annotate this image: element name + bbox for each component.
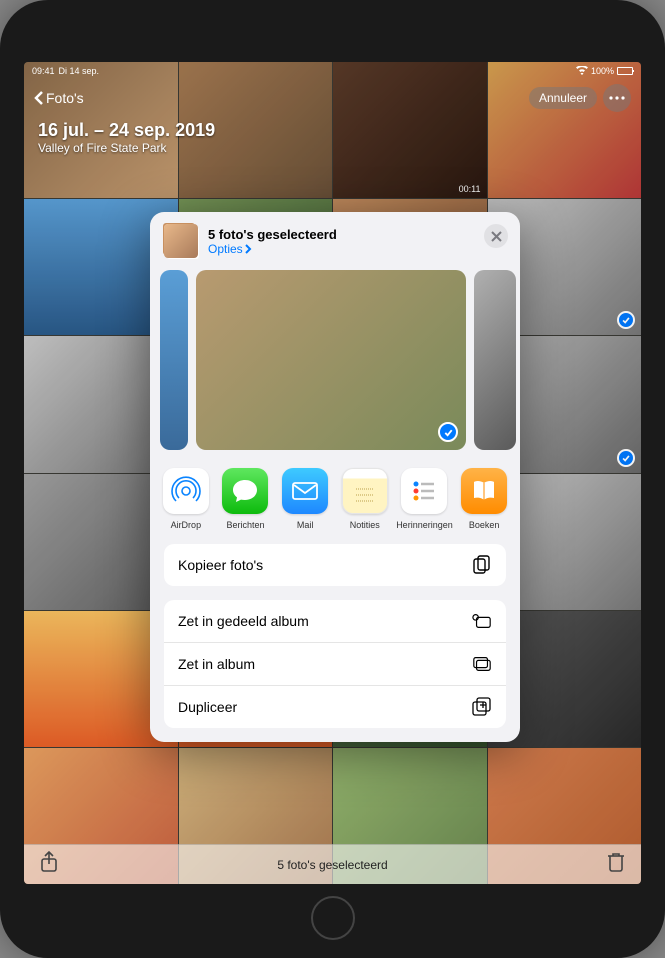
preview-thumbnail[interactable] [160,270,188,450]
wifi-icon [576,66,588,77]
back-button[interactable]: Foto's [34,90,84,106]
mail-icon [282,468,328,514]
date-range-title: 16 jul. – 24 sep. 2019 [38,120,631,141]
bottom-toolbar: 5 foto's geselecteerd [24,844,641,884]
share-preview-strip[interactable] [150,270,520,450]
more-button[interactable] [603,84,631,112]
share-app-messages[interactable]: Berichten [218,468,272,530]
status-time: 09:41 [32,66,55,76]
share-app-books[interactable]: Boeken [457,468,511,530]
chevron-right-icon [245,244,252,254]
app-label: Notities [350,520,380,530]
share-app-airdrop[interactable]: AirDrop [159,468,213,530]
books-icon [461,468,507,514]
location-subtitle: Valley of Fire State Park [38,141,631,155]
status-bar: 09:41 Di 14 sep. 100% [24,62,641,78]
notes-icon [342,468,388,514]
action-shared-album[interactable]: Zet in gedeeld album [164,600,506,643]
share-sheet-header: 5 foto's geselecteerd Opties [150,212,520,270]
app-label: Mail [297,520,314,530]
chevron-left-icon [34,90,44,106]
reminders-icon [401,468,447,514]
home-button[interactable] [311,896,355,940]
back-label: Foto's [46,90,84,106]
share-icon [40,851,58,873]
preview-thumbnail[interactable] [196,270,466,450]
airdrop-icon [163,468,209,514]
app-label: Boeken [469,520,500,530]
screen: 00:11 [24,62,641,884]
battery-percent: 100% [591,66,614,76]
share-sheet: 5 foto's geselecteerd Opties [150,212,520,742]
share-app-notes[interactable]: Notities [338,468,392,530]
action-duplicate[interactable]: Dupliceer [164,686,506,728]
delete-button[interactable] [607,852,625,877]
action-group-albums: Zet in gedeeld album Zet in album Duplic… [164,600,506,728]
copy-icon [472,555,492,575]
status-date: Di 14 sep. [59,66,100,76]
selection-thumbnail [164,224,198,258]
share-app-mail[interactable]: Mail [278,468,332,530]
ellipsis-icon [609,96,625,100]
share-sheet-title: 5 foto's geselecteerd [208,227,337,242]
action-group-copy: Kopieer foto's [164,544,506,586]
preview-thumbnail[interactable] [474,270,516,450]
selection-check-icon [438,422,458,442]
share-button[interactable] [40,851,58,878]
close-button[interactable] [484,224,508,248]
action-copy-photos[interactable]: Kopieer foto's [164,544,506,586]
shared-album-icon [472,611,492,631]
messages-icon [222,468,268,514]
duplicate-icon [472,697,492,717]
share-app-reminders[interactable]: Herinneringen [397,468,451,530]
album-icon [472,654,492,674]
ipad-frame: 00:11 [0,0,665,958]
top-nav: Foto's Annuleer 16 jul. – 24 sep. 2019 V… [24,78,641,161]
selection-count-label: 5 foto's geselecteerd [277,858,387,872]
app-label: Berichten [226,520,264,530]
trash-icon [607,852,625,872]
close-icon [491,231,502,242]
app-label: AirDrop [171,520,202,530]
cancel-button[interactable]: Annuleer [529,87,597,109]
options-button[interactable]: Opties [208,242,337,256]
app-label: Herinneringen [396,520,453,530]
share-apps-row[interactable]: AirDrop Berichten Mail [150,450,520,544]
action-add-to-album[interactable]: Zet in album [164,643,506,686]
battery-icon [617,67,633,75]
